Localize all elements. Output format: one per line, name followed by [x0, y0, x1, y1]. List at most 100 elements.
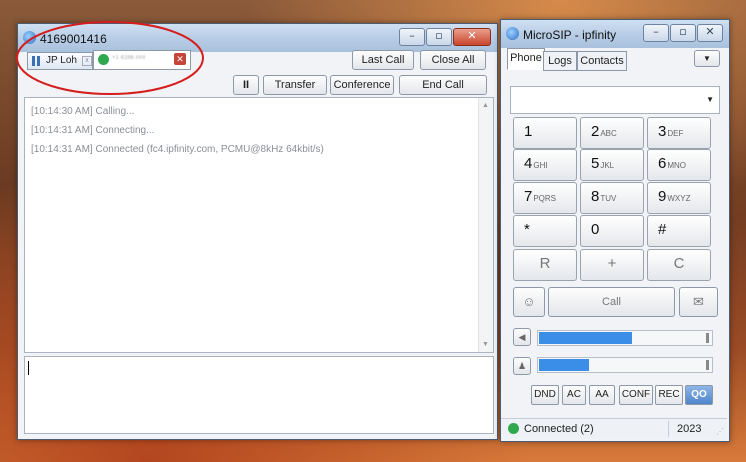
key-letters: TUV — [600, 194, 617, 203]
conference-toggle-button[interactable]: CONF — [619, 385, 653, 405]
voicemail-contact-button[interactable]: ☺ — [513, 287, 545, 317]
key-8[interactable]: 8TUV — [580, 182, 644, 214]
close-all-button[interactable]: Close All — [420, 50, 486, 70]
scroll-up-icon[interactable]: ▲ — [482, 102, 489, 109]
redial-key[interactable]: R — [513, 249, 577, 281]
key-6[interactable]: 6MNO — [647, 149, 711, 181]
key-9[interactable]: 9WXYZ — [647, 182, 711, 214]
key-digit: 9 — [658, 188, 667, 205]
key-digit: 2 — [591, 123, 600, 140]
status-bar: Connected (2) 2023 ⋰ — [501, 418, 727, 439]
key-letters: DEF — [667, 129, 684, 138]
key-letters: MNO — [667, 161, 687, 170]
voicemail-icon: QO — [691, 389, 707, 400]
minimize-icon: – — [409, 29, 415, 42]
minimize-icon: – — [653, 25, 659, 38]
mic-volume-slider[interactable] — [537, 357, 713, 373]
close-icon: ✕ — [467, 29, 477, 42]
chat-icon: ✉ — [693, 294, 704, 309]
chevron-down-icon[interactable]: ▼ — [706, 95, 714, 104]
key-7[interactable]: 7PQRS — [513, 182, 577, 214]
conference-button[interactable]: Conference — [330, 75, 394, 95]
key-digit: 5 — [591, 155, 600, 172]
key-digit: 6 — [658, 155, 667, 172]
phone-window-title: MicroSIP - ipfinity — [523, 28, 617, 42]
speaker-icon: ◀ — [518, 332, 526, 342]
speaker-mute-button[interactable]: ◀ — [513, 328, 531, 346]
slider-thumb[interactable] — [706, 333, 709, 343]
pause-icon: II — [242, 79, 250, 91]
resize-grip-icon[interactable]: ⋰ — [716, 427, 724, 436]
close-button[interactable]: ✕ — [453, 28, 491, 46]
close-button[interactable]: ✕ — [697, 24, 723, 42]
key-label: C — [673, 255, 685, 272]
key-hash[interactable]: # — [647, 215, 711, 247]
hold-button[interactable]: II — [233, 75, 259, 95]
log-line: [10:14:31 AM] Connected (fc4.ipfinity.co… — [31, 144, 324, 155]
call-button[interactable]: Call — [548, 287, 675, 317]
minimize-button[interactable]: – — [643, 24, 669, 42]
status-online-icon — [508, 423, 519, 434]
key-label: R — [539, 255, 551, 272]
key-digit: * — [524, 221, 530, 238]
number-input[interactable]: ▼ — [510, 86, 720, 114]
status-divider — [668, 421, 669, 437]
key-digit: 3 — [658, 123, 667, 140]
key-digit: 4 — [524, 155, 533, 172]
person-icon: ☺ — [522, 294, 536, 309]
minimize-button[interactable]: – — [399, 28, 425, 46]
voicemail-button[interactable]: QO — [685, 385, 713, 405]
menu-dropdown-button[interactable]: ▼ — [694, 50, 720, 67]
scroll-down-icon[interactable]: ▼ — [482, 341, 489, 348]
speaker-volume-fill — [539, 332, 632, 344]
tab-contacts[interactable]: Contacts — [577, 51, 627, 71]
message-input[interactable] — [24, 356, 494, 434]
end-call-button[interactable]: End Call — [399, 75, 487, 95]
highlight-annotation — [16, 21, 204, 95]
log-line: [10:14:30 AM] Calling... — [31, 106, 135, 117]
status-text: Connected (2) — [524, 423, 594, 435]
key-digit: 8 — [591, 188, 600, 205]
key-letters: GHI — [533, 161, 548, 170]
plus-key[interactable]: + — [580, 249, 644, 281]
record-button[interactable]: REC — [655, 385, 683, 405]
key-0[interactable]: 0 — [580, 215, 644, 247]
key-star[interactable]: * — [513, 215, 577, 247]
transfer-button[interactable]: Transfer — [263, 75, 327, 95]
auto-answer-button[interactable]: AA — [589, 385, 615, 405]
mic-volume-fill — [539, 359, 589, 371]
speaker-volume-slider[interactable] — [537, 330, 713, 346]
last-call-button[interactable]: Last Call — [352, 50, 414, 70]
microphone-icon: ♟ — [517, 361, 527, 371]
key-5[interactable]: 5JKL — [580, 149, 644, 181]
call-log[interactable]: [10:14:30 AM] Calling... [10:14:31 AM] C… — [24, 97, 494, 353]
slider-thumb[interactable] — [706, 360, 709, 370]
chevron-down-icon: ▼ — [703, 54, 711, 63]
key-3[interactable]: 3DEF — [647, 117, 711, 149]
tab-phone[interactable]: Phone — [507, 48, 545, 70]
maximize-button[interactable]: ▫ — [670, 24, 696, 42]
key-4[interactable]: 4GHI — [513, 149, 577, 181]
key-label: + — [607, 255, 617, 272]
scrollbar[interactable]: ▲ ▼ — [478, 98, 493, 352]
tab-logs[interactable]: Logs — [543, 51, 577, 71]
key-letters: PQRS — [533, 194, 557, 203]
auto-conference-button[interactable]: AC — [562, 385, 586, 405]
key-1[interactable]: 1 — [513, 117, 577, 149]
phone-window-titlebar[interactable]: MicroSIP - ipfinity – ▫ ✕ — [501, 20, 729, 48]
status-number: 2023 — [677, 423, 702, 435]
message-button[interactable]: ✉ — [679, 287, 718, 317]
key-letters: JKL — [600, 161, 615, 170]
key-digit: 0 — [591, 221, 600, 238]
clear-key[interactable]: C — [647, 249, 711, 281]
key-letters: WXYZ — [667, 194, 691, 203]
maximize-icon: ▫ — [679, 25, 687, 38]
mic-mute-button[interactable]: ♟ — [513, 357, 531, 375]
dnd-button[interactable]: DND — [531, 385, 559, 405]
key-letters: ABC — [600, 129, 617, 138]
key-digit: 1 — [524, 123, 533, 140]
key-2[interactable]: 2ABC — [580, 117, 644, 149]
text-cursor — [28, 361, 29, 375]
maximize-button[interactable]: ▫ — [426, 28, 452, 46]
key-digit: 7 — [524, 188, 533, 205]
